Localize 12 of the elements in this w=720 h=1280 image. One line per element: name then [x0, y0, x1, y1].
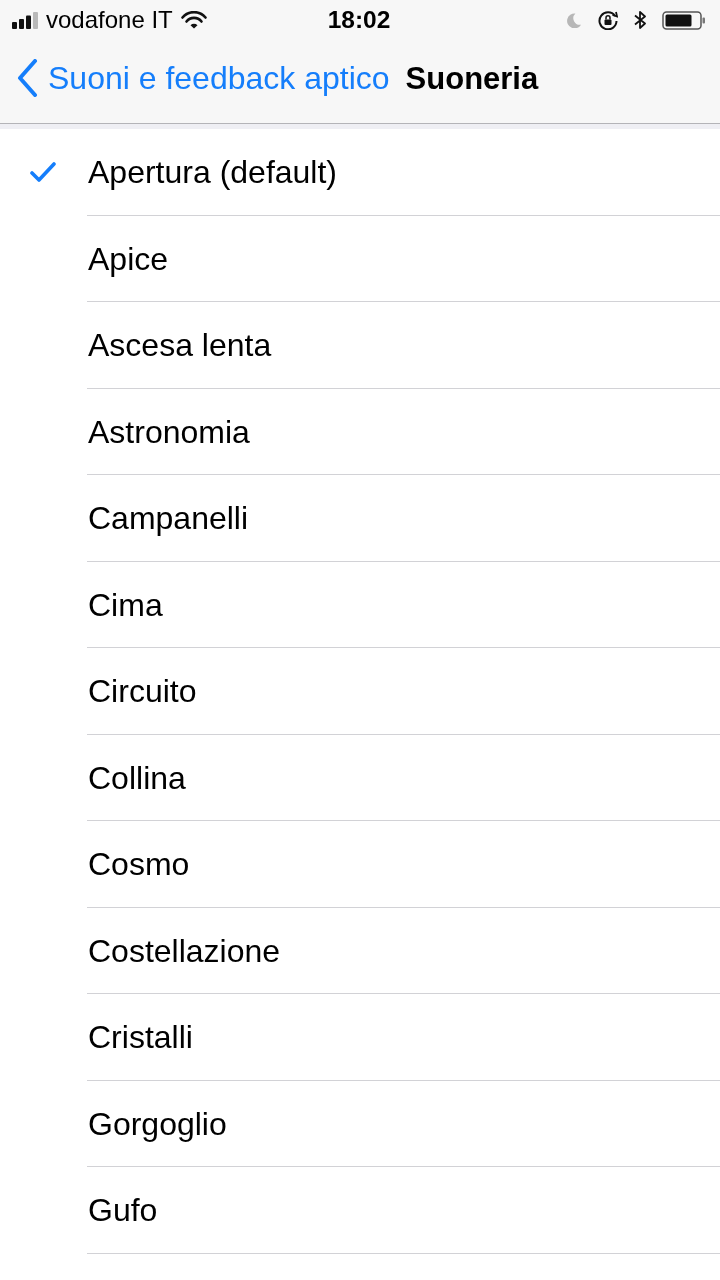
back-button[interactable]: Suoni e feedback aptico — [17, 59, 390, 98]
page-title: Suoneria — [405, 59, 539, 98]
bluetooth-icon — [634, 10, 646, 30]
carrier-name: vodafone IT — [46, 5, 173, 35]
signal-icon — [12, 11, 38, 29]
status-time: 18:02 — [327, 4, 391, 35]
checkmark-icon — [30, 162, 56, 183]
moon-icon — [567, 12, 582, 28]
rotation-lock-icon — [598, 10, 618, 30]
chevron-left-icon — [17, 59, 38, 98]
wifi-icon — [180, 11, 207, 29]
battery-icon — [662, 10, 706, 30]
